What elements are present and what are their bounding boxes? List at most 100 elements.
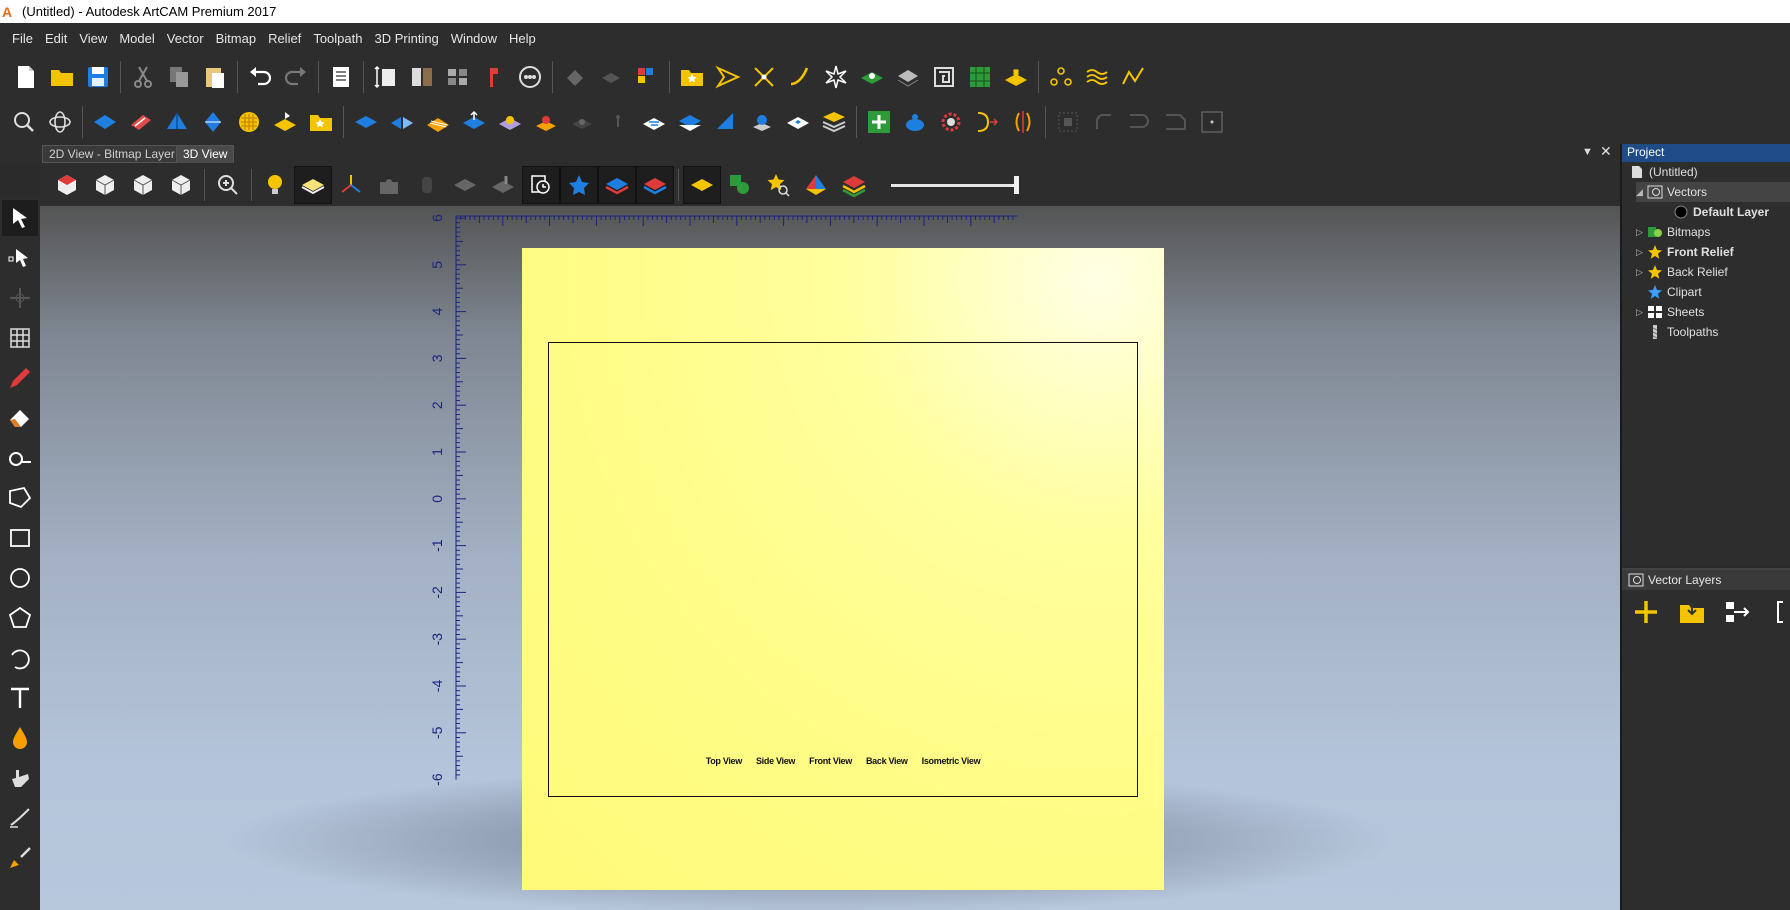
fit-view-button[interactable] bbox=[42, 104, 78, 140]
tree-item-default-layer[interactable]: Default Layer bbox=[1672, 202, 1769, 222]
view-iso-button[interactable] bbox=[48, 166, 86, 204]
view-side-button[interactable] bbox=[124, 166, 162, 204]
texture-button[interactable] bbox=[890, 59, 926, 95]
expand-arrow-icon[interactable]: ▷ bbox=[1636, 247, 1646, 258]
menu-view[interactable]: View bbox=[73, 31, 113, 46]
shapes-button[interactable] bbox=[721, 166, 759, 204]
ellipse-tool[interactable] bbox=[2, 560, 38, 596]
spiral-button[interactable] bbox=[926, 59, 962, 95]
add-layer-button[interactable] bbox=[1628, 594, 1664, 630]
disabled-tool-1-button[interactable] bbox=[1050, 104, 1086, 140]
sculpt-tool[interactable] bbox=[2, 800, 38, 836]
bitmap-tool-2-button[interactable] bbox=[593, 59, 629, 95]
open-file-button[interactable] bbox=[44, 59, 80, 95]
tree-item-clipart[interactable]: Clipart bbox=[1646, 282, 1702, 302]
shape-tool[interactable] bbox=[2, 440, 38, 476]
rectangle-tool[interactable] bbox=[2, 520, 38, 556]
tabs-dropdown-icon[interactable]: ▼ bbox=[1582, 146, 1593, 158]
front-relief-view-button[interactable] bbox=[598, 166, 636, 204]
menu-relief[interactable]: Relief bbox=[262, 31, 307, 46]
dome-button[interactable] bbox=[528, 104, 564, 140]
lighting-slider[interactable] bbox=[891, 175, 1019, 195]
expand-arrow-icon[interactable]: ▷ bbox=[1636, 307, 1646, 318]
view-top-button[interactable] bbox=[162, 166, 200, 204]
texture-relief-button[interactable] bbox=[636, 104, 672, 140]
star-shape-button[interactable] bbox=[818, 59, 854, 95]
bowl-button[interactable] bbox=[897, 104, 933, 140]
view-front-button[interactable] bbox=[86, 166, 124, 204]
menu-help[interactable]: Help bbox=[503, 31, 542, 46]
flat-relief-button[interactable] bbox=[780, 104, 816, 140]
clipart-view-button[interactable] bbox=[560, 166, 598, 204]
axes-button[interactable] bbox=[332, 166, 370, 204]
extrude-button[interactable] bbox=[159, 104, 195, 140]
layers-relief-button[interactable] bbox=[816, 104, 852, 140]
redo-button[interactable] bbox=[278, 59, 314, 95]
zoom-region-button[interactable] bbox=[6, 104, 42, 140]
tree-item-front-relief[interactable]: ▷ Front Relief bbox=[1636, 242, 1734, 262]
text-tool[interactable] bbox=[2, 680, 38, 716]
tree-item-back-relief[interactable]: ▷ Back Relief bbox=[1636, 262, 1728, 282]
slider-thumb[interactable] bbox=[1014, 176, 1019, 194]
stamp-button[interactable] bbox=[492, 104, 528, 140]
tree-item-vectors[interactable]: ◢ Vectors bbox=[1636, 182, 1790, 202]
paste-button[interactable] bbox=[197, 59, 233, 95]
layer-options-button[interactable] bbox=[1766, 594, 1790, 630]
back-relief-view-button[interactable] bbox=[636, 166, 674, 204]
slice-button[interactable] bbox=[420, 104, 456, 140]
arc-tool[interactable] bbox=[2, 640, 38, 676]
polygon-tool[interactable] bbox=[2, 600, 38, 636]
relief-plane-button[interactable] bbox=[348, 104, 384, 140]
menu-edit[interactable]: Edit bbox=[39, 31, 73, 46]
pin-relief-button[interactable] bbox=[600, 104, 636, 140]
disabled-tool-2-button[interactable] bbox=[1086, 104, 1122, 140]
save-button[interactable] bbox=[80, 59, 116, 95]
gear-relief-button[interactable] bbox=[933, 104, 969, 140]
material-button[interactable] bbox=[446, 166, 484, 204]
menu-toolpath[interactable]: Toolpath bbox=[307, 31, 368, 46]
revolve-button[interactable] bbox=[969, 104, 1005, 140]
notes-button[interactable] bbox=[323, 59, 359, 95]
cut-button[interactable] bbox=[125, 59, 161, 95]
expand-arrow-icon[interactable]: ▷ bbox=[1636, 267, 1646, 278]
tree-item-sheets[interactable]: ▷ Sheets bbox=[1636, 302, 1704, 322]
mirror-line-button[interactable] bbox=[1005, 104, 1041, 140]
transform-tool[interactable] bbox=[2, 280, 38, 316]
grid-settings-button[interactable] bbox=[440, 59, 476, 95]
tree-item-untitled[interactable]: (Untitled) bbox=[1628, 162, 1698, 182]
relief-button[interactable] bbox=[854, 59, 890, 95]
node-edit-button[interactable] bbox=[746, 59, 782, 95]
polyline-tool[interactable] bbox=[2, 480, 38, 516]
lighting-button[interactable] bbox=[256, 166, 294, 204]
import-button[interactable] bbox=[674, 59, 710, 95]
zoom-button[interactable] bbox=[209, 166, 247, 204]
puzzle-button[interactable] bbox=[370, 166, 408, 204]
tool-visual-button[interactable] bbox=[484, 166, 522, 204]
add-button[interactable] bbox=[861, 104, 897, 140]
collapse-arrow-icon[interactable]: ◢ bbox=[1636, 187, 1646, 198]
emboss-button[interactable] bbox=[998, 59, 1034, 95]
menu-window[interactable]: Window bbox=[445, 31, 503, 46]
bitmap-tool-button[interactable] bbox=[557, 59, 593, 95]
color-relief-button[interactable] bbox=[797, 166, 835, 204]
model-position-button[interactable] bbox=[404, 59, 440, 95]
tree-item-bitmaps[interactable]: ▷ Bitmaps bbox=[1636, 222, 1710, 242]
anchor-button[interactable] bbox=[476, 59, 512, 95]
close-view-icon[interactable]: ✕ bbox=[1600, 143, 1612, 160]
import-layer-button[interactable] bbox=[1674, 594, 1710, 630]
tree-item-toolpaths[interactable]: Toolpaths bbox=[1646, 322, 1718, 342]
wave-button[interactable] bbox=[1079, 59, 1115, 95]
weave-button[interactable] bbox=[231, 104, 267, 140]
smudge-tool[interactable] bbox=[2, 760, 38, 796]
fade-button[interactable] bbox=[708, 104, 744, 140]
show-model-button[interactable] bbox=[683, 166, 721, 204]
merge-relief-button[interactable] bbox=[672, 104, 708, 140]
disabled-tool-5-button[interactable] bbox=[1194, 104, 1230, 140]
expand-arrow-icon[interactable]: ▷ bbox=[1636, 227, 1646, 238]
eraser-relief-button[interactable] bbox=[123, 104, 159, 140]
color-palette-button[interactable] bbox=[629, 59, 665, 95]
menu-bitmap[interactable]: Bitmap bbox=[210, 31, 262, 46]
add-to-relief-button[interactable] bbox=[744, 104, 780, 140]
new-file-button[interactable] bbox=[8, 59, 44, 95]
sculpt-button[interactable] bbox=[267, 104, 303, 140]
